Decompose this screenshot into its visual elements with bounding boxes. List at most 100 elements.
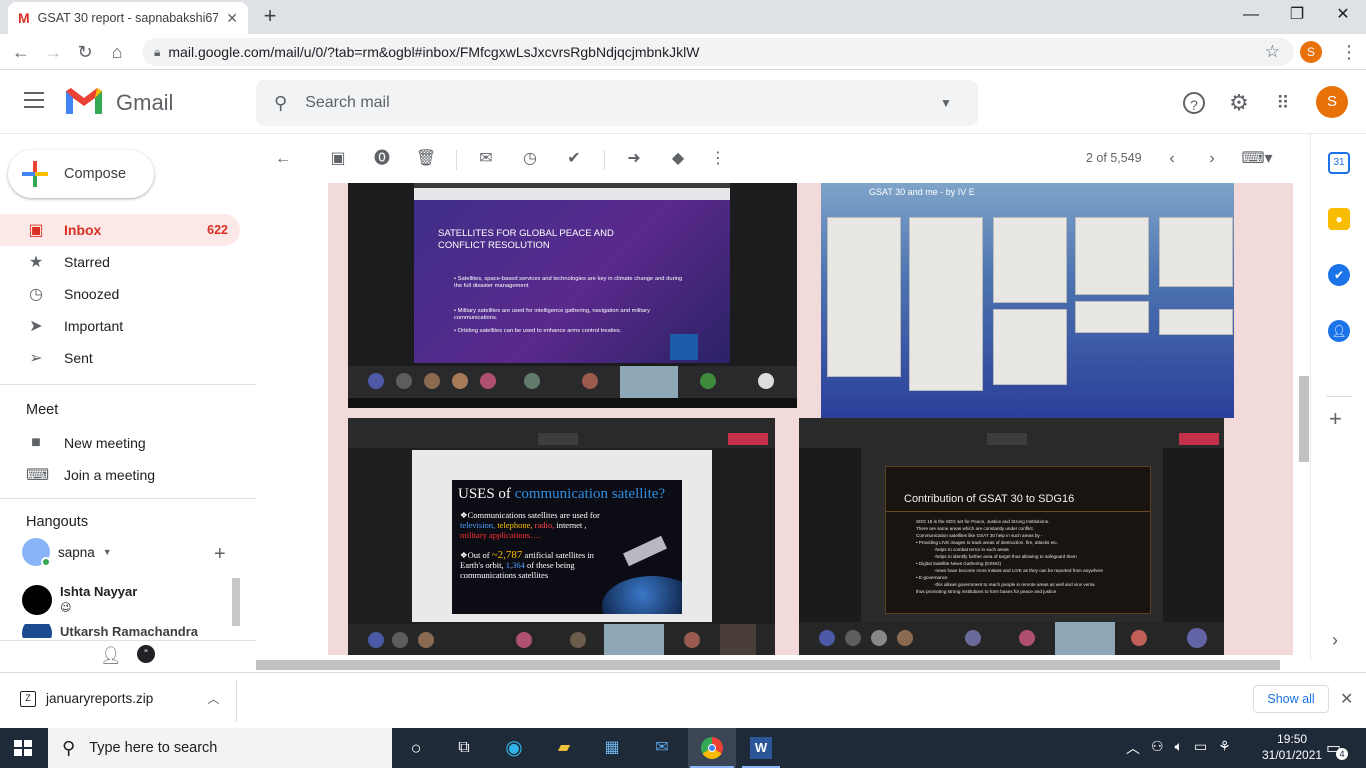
mark-unread-icon[interactable]: ✉	[475, 148, 497, 170]
hangouts-scrollbar[interactable]	[232, 578, 240, 626]
help-icon[interactable]: ?	[1183, 92, 1205, 114]
slide-line: • E-governance	[916, 575, 948, 580]
vertical-scrollbar[interactable]	[1299, 376, 1309, 462]
attachment-image-meeting-3[interactable]: Contribution of GSAT 30 to SDG16 SDG 16 …	[799, 418, 1224, 655]
status-caret-icon[interactable]: ▼	[103, 547, 112, 557]
compose-button[interactable]: Compose	[8, 150, 154, 198]
reload-button[interactable]: ↻	[72, 40, 98, 64]
contact-avatar	[22, 585, 52, 615]
back-to-inbox-icon[interactable]: ←	[272, 148, 294, 170]
browser-profile-avatar[interactable]: S	[1300, 41, 1322, 63]
cortana-icon[interactable]: ○	[403, 736, 429, 760]
calendar-icon[interactable]: 31	[1328, 152, 1350, 174]
newer-chevron-icon[interactable]: ‹	[1161, 148, 1183, 170]
sidebar-item-sent[interactable]: ➢ Sent	[0, 342, 240, 374]
chrome-taskbar-button[interactable]	[688, 728, 736, 768]
sdg16-logo	[670, 334, 698, 360]
close-window-button[interactable]: ✕	[1320, 0, 1366, 32]
snooze-icon[interactable]: ◷	[519, 148, 541, 170]
hangouts-self[interactable]: sapna ▼	[22, 538, 112, 567]
browser-menu-icon[interactable]: ⋮	[1336, 40, 1362, 64]
word-icon: W	[750, 737, 772, 759]
new-tab-button[interactable]: +	[258, 5, 282, 28]
move-to-icon[interactable]: ➜	[623, 148, 645, 170]
windows-start-icon[interactable]	[14, 740, 32, 756]
browser-tab-strip: M GSAT 30 report - sapnabakshi670 ✕ + — …	[0, 0, 1366, 34]
more-options-icon[interactable]: ⋮	[707, 148, 729, 170]
add-hangout-icon[interactable]: +	[214, 543, 226, 566]
slide-line: -this allows government to reach people …	[934, 582, 1095, 587]
apps-grid-icon[interactable]: ⠿	[1270, 90, 1296, 116]
taskbar-search-box[interactable]: ⚲ Type here to search	[48, 728, 392, 768]
forward-button[interactable]: →	[40, 40, 66, 64]
edge-icon[interactable]: ◉	[501, 736, 527, 760]
download-options-chevron-icon[interactable]: ︿	[207, 690, 219, 707]
slide-line: Communication satellites like GSAT 30 he…	[916, 533, 1043, 538]
browser-tab[interactable]: M GSAT 30 report - sapnabakshi670 ✕	[8, 2, 248, 34]
bookmark-star-icon[interactable]: ☆	[1265, 42, 1280, 62]
search-icon[interactable]: ⚲	[274, 93, 287, 114]
download-item[interactable]: Z januaryreports.zip ︿	[20, 690, 219, 707]
star-icon: ★	[28, 254, 44, 271]
archive-icon[interactable]: ▣	[327, 148, 349, 170]
sidebar-item-inbox[interactable]: ▣ Inbox 622	[0, 214, 240, 246]
account-avatar[interactable]: S	[1316, 86, 1348, 118]
taskbar-clock[interactable]: 19:50 31/01/2021	[1262, 731, 1322, 763]
network-icon[interactable]: ⚇	[1151, 738, 1164, 758]
settings-gear-icon[interactable]: ⚙	[1226, 90, 1252, 116]
back-button[interactable]: ←	[8, 40, 34, 64]
label-icon[interactable]: ◆	[667, 148, 689, 170]
sidebar-item-starred[interactable]: ★ Starred	[0, 246, 240, 278]
file-explorer-icon[interactable]: ▰	[551, 736, 577, 760]
get-addons-plus-icon[interactable]: +	[1329, 406, 1342, 432]
older-chevron-icon[interactable]: ›	[1201, 148, 1223, 170]
slide-bullet: • Satellites, space-based services and t…	[454, 276, 683, 289]
show-all-downloads-button[interactable]: Show all	[1253, 685, 1329, 713]
volume-icon[interactable]: 🔈︎	[1175, 738, 1183, 758]
contacts-icon[interactable]: 👤︎	[1328, 320, 1350, 342]
attachment-image-meeting-2[interactable]: USES of communication satellite? ❖Commun…	[348, 418, 775, 655]
close-download-shelf-icon[interactable]: ✕	[1340, 689, 1353, 709]
section-divider	[0, 498, 256, 499]
delete-icon[interactable]: 🗑︎	[415, 148, 437, 170]
send-icon: ➢	[29, 350, 43, 367]
slide-line: thus promoting strong institutions to fo…	[916, 589, 1057, 594]
address-bar[interactable]: 🔒︎ mail.google.com/mail/u/0/?tab=rm&ogbl…	[142, 38, 1294, 66]
earth-image	[602, 576, 682, 614]
close-tab-icon[interactable]: ✕	[226, 10, 238, 27]
hangouts-contact[interactable]: Utkarsh Ramachandra	[22, 624, 198, 638]
hangouts-quote-icon[interactable]: ”	[137, 645, 155, 663]
slide-uses-of-communication-satellite: USES of communication satellite? ❖Commun…	[452, 480, 682, 614]
task-view-icon[interactable]: ⧉	[451, 736, 477, 760]
battery-icon[interactable]: ▭	[1194, 738, 1207, 758]
attachment-image-padlet-board[interactable]: GSAT 30 and me - by IV E	[821, 183, 1234, 418]
microsoft-store-icon[interactable]: ▦	[599, 736, 625, 760]
main-menu-icon[interactable]	[24, 92, 48, 112]
gmail-logo-icon[interactable]	[64, 84, 104, 118]
ime-icon[interactable]: ⚘	[1218, 738, 1231, 758]
maximize-button[interactable]: ❐	[1274, 0, 1320, 32]
horizontal-scrollbar[interactable]	[256, 660, 1280, 670]
attachment-image-meeting-1[interactable]: SATELLITES FOR GLOBAL PEACE AND CONFLICT…	[348, 183, 797, 408]
minimize-button[interactable]: —	[1228, 0, 1274, 32]
search-options-icon[interactable]: ▼	[940, 96, 952, 110]
show-hidden-icons-icon[interactable]: ︿	[1126, 738, 1140, 758]
word-taskbar-button[interactable]: W	[738, 728, 784, 768]
search-mail-box[interactable]: ⚲ Search mail	[256, 80, 978, 126]
sidebar-item-important[interactable]: ➤ Important	[0, 310, 240, 342]
input-tools-keyboard-icon[interactable]: ⌨▾	[1240, 148, 1274, 170]
slide-line: -helps to combat terror in such areas	[934, 547, 1009, 552]
slide-bullet: • Military satellites are used for intel…	[454, 308, 651, 321]
tasks-icon[interactable]: ✔	[1328, 264, 1350, 286]
home-button[interactable]: ⌂	[104, 40, 130, 64]
report-spam-icon[interactable]: ⓿	[371, 148, 393, 170]
contacts-person-icon[interactable]: 👤︎	[100, 646, 122, 666]
sidebar-item-snoozed[interactable]: ◷ Snoozed	[0, 278, 240, 310]
keep-icon[interactable]: ●	[1328, 208, 1350, 230]
add-task-icon[interactable]: ✔	[563, 148, 585, 170]
hangouts-contact[interactable]: Ishta Nayyar 😉	[22, 584, 137, 616]
join-meeting-link[interactable]: ⌨ Join a meeting	[0, 459, 240, 491]
new-meeting-link[interactable]: ■ New meeting	[0, 427, 240, 459]
show-side-panel-chevron-icon[interactable]: ›	[1332, 630, 1338, 651]
mail-icon[interactable]: ✉	[649, 736, 675, 760]
